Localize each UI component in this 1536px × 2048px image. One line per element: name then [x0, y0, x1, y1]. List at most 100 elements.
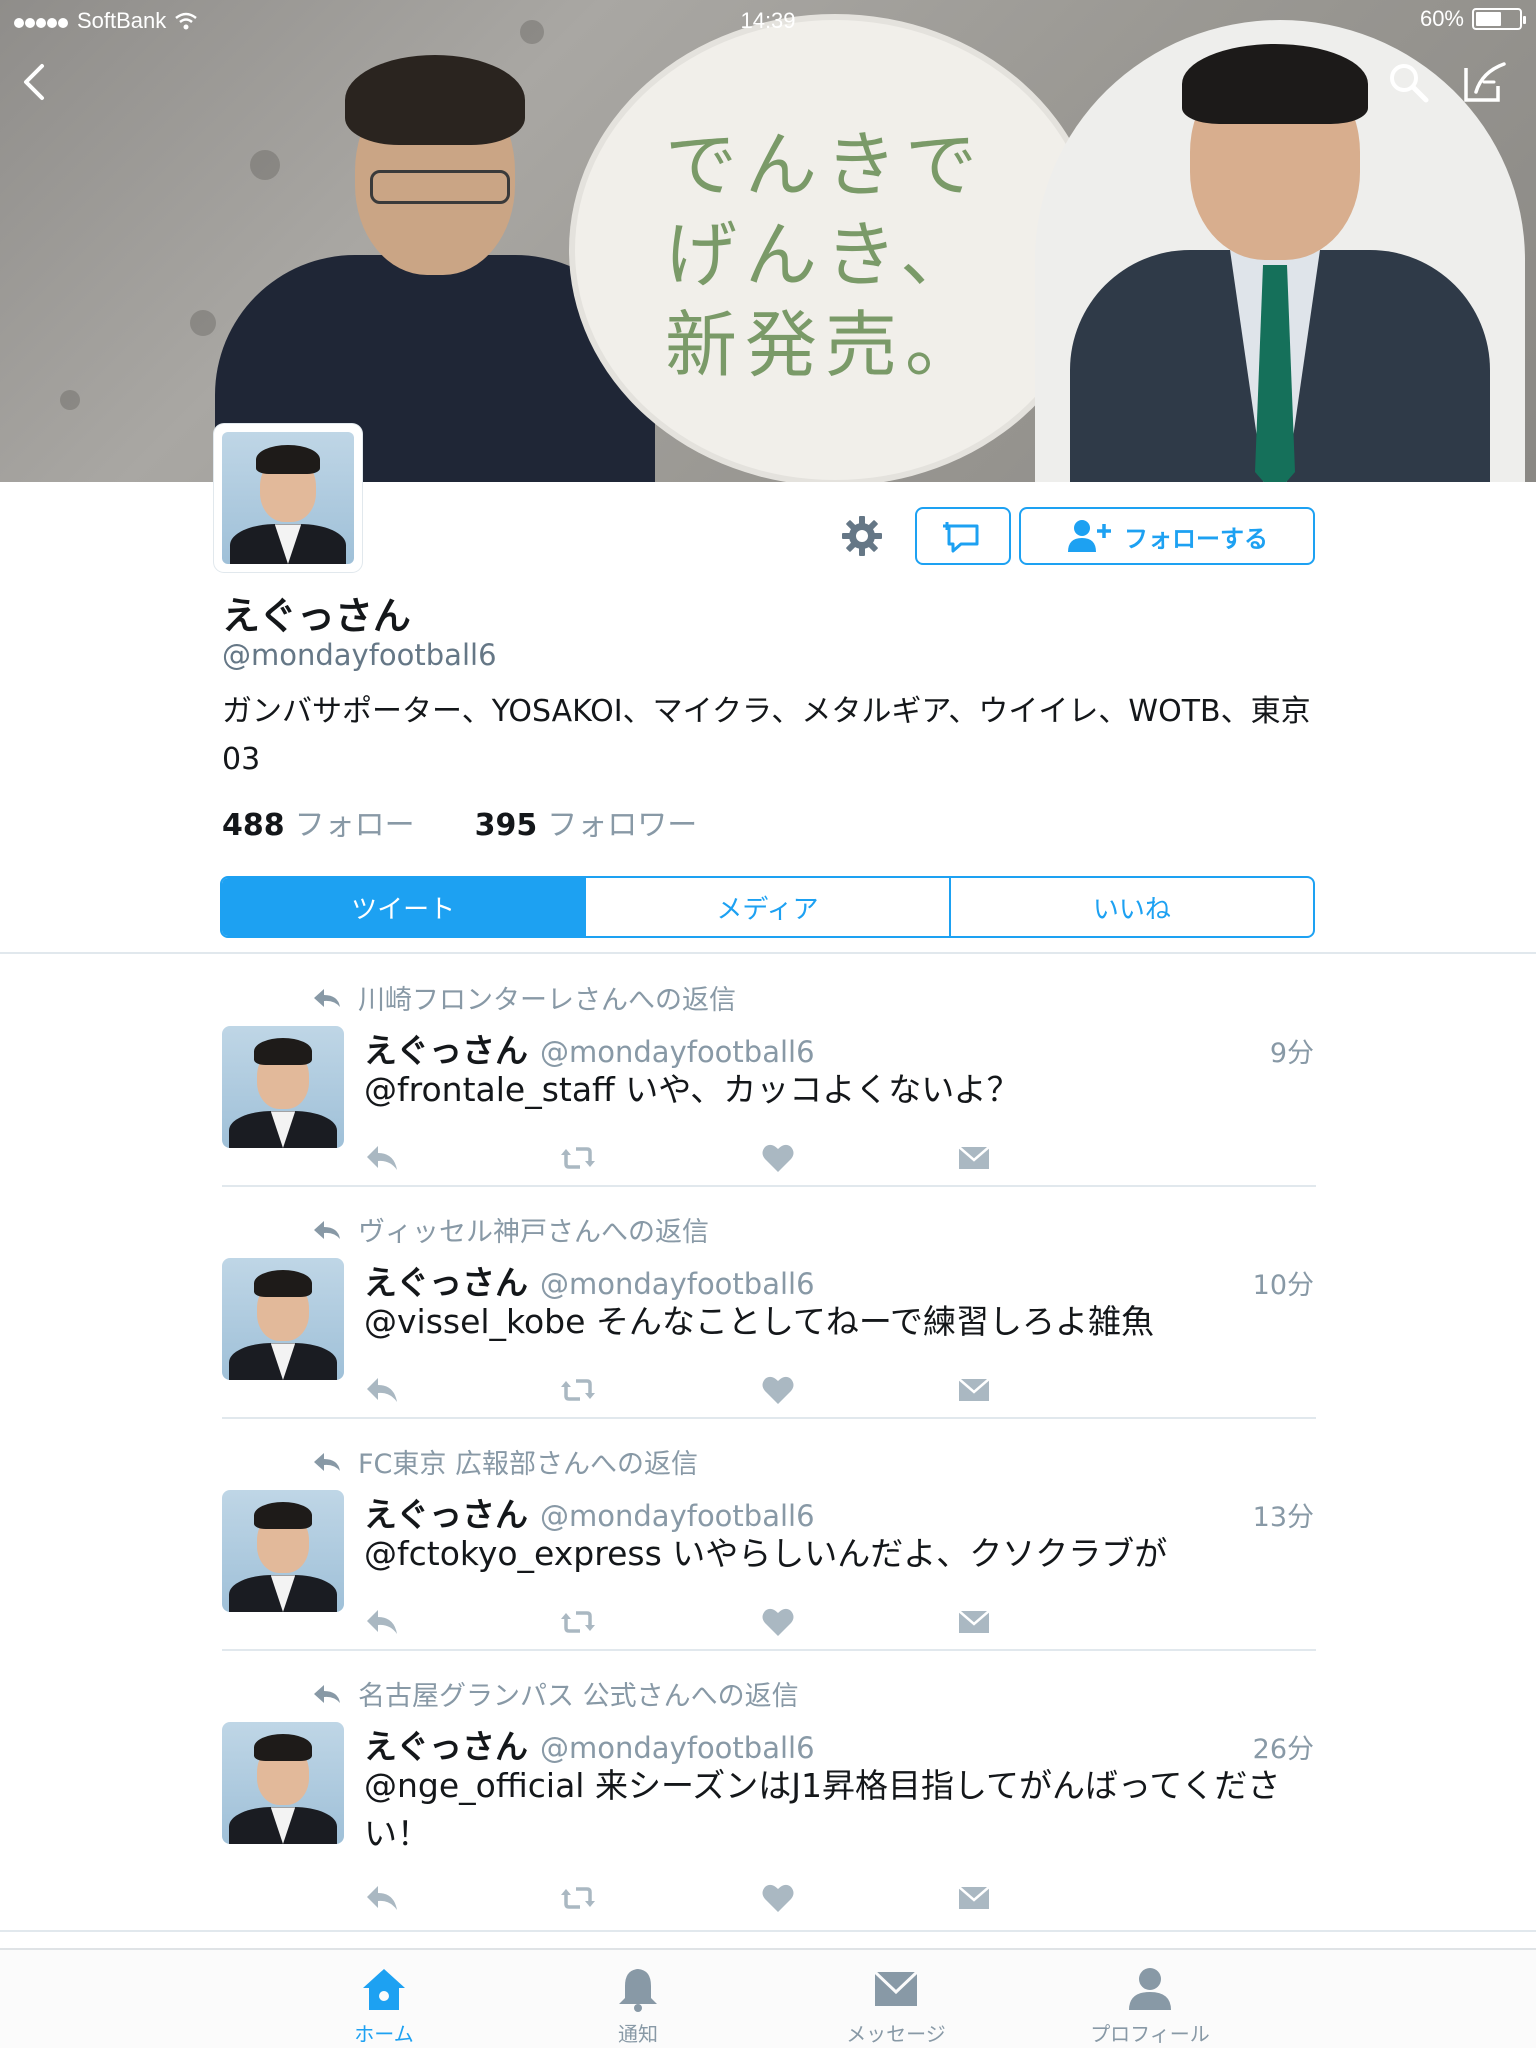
tab-messages[interactable]: メッセージ — [796, 1966, 996, 2047]
direct-message-icon[interactable] — [956, 1880, 992, 1916]
compose-icon[interactable] — [1460, 58, 1508, 106]
following-stat[interactable]: 488 フォロー — [222, 800, 415, 844]
profile-bio: ガンバサポーター、YOSAKOI、マイクラ、メタルギア、ウイイレ、WOTB、東京… — [222, 694, 1311, 777]
tweet-text: @vissel_kobe そんなことしてねーで練習しろよ雑魚 — [364, 1302, 1154, 1341]
add-to-list-button[interactable] — [915, 507, 1011, 565]
tab-profile-label: プロフィール — [1090, 2022, 1210, 2046]
direct-message-icon[interactable] — [956, 1604, 992, 1640]
reply-arrow-icon — [314, 988, 340, 1007]
home-icon — [363, 1969, 405, 2010]
reply-context[interactable]: FC東京 広報部さんへの返信 — [312, 1442, 698, 1481]
tab-notifications[interactable]: 通知 — [538, 1966, 738, 2047]
tweet-actions — [364, 1880, 1004, 1916]
bell-icon — [619, 1969, 657, 2012]
reply-to-label: ヴィッセル神戸さんへの返信 — [358, 1217, 709, 1248]
tweet-avatar[interactable] — [222, 1026, 344, 1148]
tweet-author-handle: @mondayfootball6 — [540, 1731, 815, 1765]
envelope-icon — [873, 1970, 919, 2006]
tweet-author-name[interactable]: えぐっさん — [364, 1720, 528, 1768]
retweet-icon[interactable] — [560, 1604, 596, 1640]
retweet-icon[interactable] — [560, 1372, 596, 1408]
search-icon[interactable] — [1384, 58, 1432, 106]
profile-avatar[interactable] — [214, 424, 362, 572]
profile-handle: @mondayfootball6 — [222, 638, 497, 672]
followers-count: 395 — [474, 808, 538, 843]
back-icon[interactable] — [12, 58, 60, 106]
follow-button-label: フォローする — [1124, 524, 1268, 553]
status-time: 14:39 — [740, 8, 796, 33]
gear-icon[interactable] — [838, 512, 886, 560]
tweet-text: @fctokyo_express いやらしいんだよ、クソクラブが — [364, 1534, 1168, 1573]
tweet-actions — [364, 1604, 1004, 1640]
tweet-author-name[interactable]: えぐっさん — [364, 1024, 528, 1072]
reply-context[interactable]: ヴィッセル神戸さんへの返信 — [312, 1210, 709, 1249]
reply-to-label: FC東京 広報部さんへの返信 — [358, 1449, 698, 1480]
reply-icon[interactable] — [364, 1880, 400, 1916]
tweet-text: @nge_official 来シーズンはJ1昇格目指してがんばってください！ — [364, 1766, 1281, 1853]
divider — [222, 1417, 1316, 1419]
reply-to-label: 名古屋グランパス 公式さんへの返信 — [358, 1681, 799, 1712]
following-label: フォロー — [294, 808, 415, 843]
reply-icon[interactable] — [364, 1372, 400, 1408]
reply-icon[interactable] — [364, 1140, 400, 1176]
reply-to-label: 川崎フロンターレさんへの返信 — [358, 985, 736, 1016]
following-count: 488 — [222, 808, 285, 843]
direct-message-icon[interactable] — [956, 1372, 992, 1408]
battery-icon — [1472, 8, 1526, 30]
tweet-timestamp: 13分 — [1252, 1502, 1314, 1533]
profile-stats: 488 フォロー 395 フォロワー — [222, 800, 697, 844]
tab-messages-label: メッセージ — [846, 2022, 946, 2046]
tweet-timestamp: 10分 — [1252, 1270, 1314, 1301]
tweet-timestamp: 9分 — [1269, 1038, 1314, 1069]
tweet-actions — [364, 1372, 1004, 1408]
followers-label: フォロワー — [547, 808, 698, 843]
status-bar: SoftBank 14:39 60% — [0, 0, 1536, 40]
reply-icon[interactable] — [364, 1604, 400, 1640]
tweet-author-handle: @mondayfootball6 — [540, 1035, 815, 1069]
tweet-author-handle: @mondayfootball6 — [540, 1267, 815, 1301]
profile-display-name: えぐっさん — [222, 594, 411, 638]
divider — [0, 952, 1536, 954]
tab-home-label: ホーム — [354, 2022, 414, 2046]
bottom-tab-bar: ホーム 通知 メッセージ プロフィール — [0, 1948, 1536, 2048]
heart-icon[interactable] — [760, 1372, 796, 1408]
tab-media[interactable]: メディア — [584, 878, 948, 936]
divider — [0, 1930, 1536, 1932]
tweet-avatar[interactable] — [222, 1258, 344, 1380]
header-person-right — [1035, 20, 1525, 482]
reply-arrow-icon — [314, 1684, 340, 1703]
tweet-avatar[interactable] — [222, 1490, 344, 1612]
divider — [222, 1649, 1316, 1651]
followers-stat[interactable]: 395 フォロワー — [475, 800, 698, 844]
divider — [222, 1185, 1316, 1187]
person-icon — [1129, 1968, 1171, 2010]
reply-context[interactable]: 名古屋グランパス 公式さんへの返信 — [312, 1674, 799, 1713]
retweet-icon[interactable] — [560, 1880, 596, 1916]
tweet-actions — [364, 1140, 1004, 1176]
follow-button[interactable]: フォローする — [1019, 507, 1315, 565]
tweet-avatar[interactable] — [222, 1722, 344, 1844]
profile-header-image[interactable]: でんきで げんき、 新発売。 — [0, 0, 1536, 482]
add-user-icon — [1068, 520, 1111, 552]
profile-tabs: ツイート メディア いいね — [220, 876, 1315, 938]
tab-tweets[interactable]: ツイート — [222, 878, 585, 936]
direct-message-icon[interactable] — [956, 1140, 992, 1176]
tab-home[interactable]: ホーム — [284, 1966, 484, 2047]
tweet-author-name[interactable]: えぐっさん — [364, 1488, 528, 1536]
tweet-author-name[interactable]: えぐっさん — [364, 1256, 528, 1304]
battery-percent: 60% — [1419, 6, 1464, 31]
reply-context[interactable]: 川崎フロンターレさんへの返信 — [312, 978, 736, 1017]
heart-icon[interactable] — [760, 1604, 796, 1640]
tweet-text: @frontale_staff いや、カッコよくないよ？ — [364, 1070, 1020, 1109]
retweet-icon[interactable] — [560, 1140, 596, 1176]
tab-likes[interactable]: いいね — [948, 878, 1313, 936]
tab-notifications-label: 通知 — [618, 2022, 658, 2046]
heart-icon[interactable] — [760, 1140, 796, 1176]
reply-arrow-icon — [314, 1452, 340, 1471]
heart-icon[interactable] — [760, 1880, 796, 1916]
tweet-author-handle: @mondayfootball6 — [540, 1499, 815, 1533]
tab-profile[interactable]: プロフィール — [1050, 1966, 1250, 2047]
reply-arrow-icon — [314, 1220, 340, 1239]
speech-bubble-text: でんきで げんき、 新発売。 — [665, 123, 986, 387]
tweet-timestamp: 26分 — [1252, 1734, 1314, 1765]
